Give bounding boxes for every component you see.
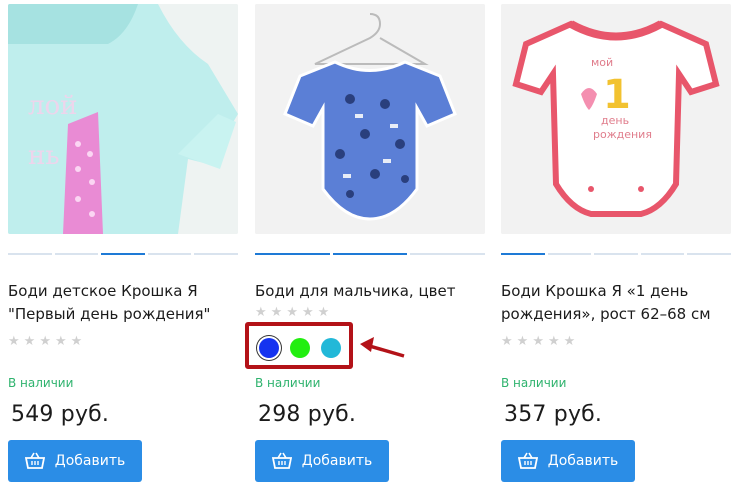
- image-carousel-dots[interactable]: [8, 253, 238, 256]
- carousel-dot[interactable]: [194, 253, 238, 255]
- product-title[interactable]: Боди детское Крошка Я "Первый день рожде…: [8, 280, 238, 326]
- carousel-dot[interactable]: [640, 253, 685, 255]
- svg-text:нь: нь: [28, 141, 59, 171]
- rating-stars[interactable]: ★ ★ ★ ★ ★: [8, 335, 82, 348]
- color-swatch-green[interactable]: [290, 338, 310, 358]
- add-button-label: Добавить: [301, 453, 373, 469]
- product-title[interactable]: Боди для мальчика, цвет: [255, 280, 485, 303]
- svg-text:день: день: [601, 114, 629, 127]
- carousel-dot[interactable]: [147, 253, 192, 255]
- add-to-cart-button[interactable]: Добавить: [8, 440, 142, 482]
- star-icon[interactable]: ★: [286, 306, 298, 319]
- image-carousel-dots[interactable]: [255, 253, 486, 256]
- star-icon[interactable]: ★: [517, 335, 529, 348]
- star-icon[interactable]: ★: [564, 335, 576, 348]
- carousel-dot[interactable]: [8, 253, 52, 255]
- star-icon[interactable]: ★: [548, 335, 560, 348]
- star-icon[interactable]: ★: [532, 335, 544, 348]
- star-icon[interactable]: ★: [55, 335, 67, 348]
- star-icon[interactable]: ★: [255, 306, 267, 319]
- stock-status: В наличии: [501, 376, 567, 390]
- carousel-dot[interactable]: [687, 253, 731, 255]
- carousel-dot[interactable]: [101, 253, 145, 255]
- image-carousel-dots[interactable]: [501, 253, 731, 256]
- star-icon[interactable]: ★: [71, 335, 83, 348]
- star-icon[interactable]: ★: [302, 306, 314, 319]
- basket-icon: [517, 452, 538, 470]
- stock-status: В наличии: [255, 376, 321, 390]
- carousel-dot[interactable]: [501, 253, 545, 255]
- product-card: Боди для мальчика, цвет ★ ★ ★ ★ ★ В наличии …: [255, 4, 493, 488]
- carousel-dot[interactable]: [594, 253, 638, 255]
- product-card: мой 1 день рождения Боди Крошка Я «1 ден…: [501, 4, 739, 488]
- rating-stars[interactable]: ★ ★ ★ ★ ★: [501, 335, 575, 348]
- carousel-dot[interactable]: [54, 253, 99, 255]
- star-icon[interactable]: ★: [501, 335, 513, 348]
- carousel-dot[interactable]: [410, 253, 486, 255]
- rating-stars[interactable]: ★ ★ ★ ★ ★: [255, 306, 329, 319]
- add-button-label: Добавить: [547, 453, 619, 469]
- product-card: лой нь Боди детское Крошка Я "Первый ден…: [8, 4, 246, 488]
- product-price: 549 руб.: [11, 402, 110, 427]
- add-to-cart-button[interactable]: Добавить: [255, 440, 389, 482]
- product-price: 357 руб.: [504, 402, 603, 427]
- basket-icon: [271, 452, 292, 470]
- stock-status: В наличии: [8, 376, 74, 390]
- product-image[interactable]: мой 1 день рождения: [501, 4, 731, 234]
- svg-text:1: 1: [603, 72, 631, 118]
- svg-text:лой: лой: [28, 91, 78, 121]
- basket-icon: [24, 452, 45, 470]
- star-icon[interactable]: ★: [318, 306, 330, 319]
- product-image[interactable]: [255, 4, 485, 234]
- color-swatch-blue[interactable]: [259, 338, 279, 358]
- star-icon[interactable]: ★: [39, 335, 51, 348]
- annotation-arrow-icon: [360, 337, 405, 358]
- svg-text:мой: мой: [591, 56, 613, 69]
- product-image[interactable]: лой нь: [8, 4, 238, 234]
- color-swatch-cyan[interactable]: [321, 338, 341, 358]
- product-title[interactable]: Боди Крошка Я «1 день рождения», рост 62…: [501, 280, 731, 326]
- star-icon[interactable]: ★: [8, 335, 20, 348]
- svg-text:рождения: рождения: [593, 128, 652, 141]
- carousel-dot[interactable]: [547, 253, 592, 255]
- carousel-dot[interactable]: [255, 253, 330, 255]
- add-to-cart-button[interactable]: Добавить: [501, 440, 635, 482]
- star-icon[interactable]: ★: [24, 335, 36, 348]
- color-swatch-highlight: [245, 322, 353, 369]
- add-button-label: Добавить: [54, 453, 126, 469]
- product-price: 298 руб.: [258, 402, 357, 427]
- star-icon[interactable]: ★: [271, 306, 283, 319]
- carousel-dot[interactable]: [332, 253, 408, 255]
